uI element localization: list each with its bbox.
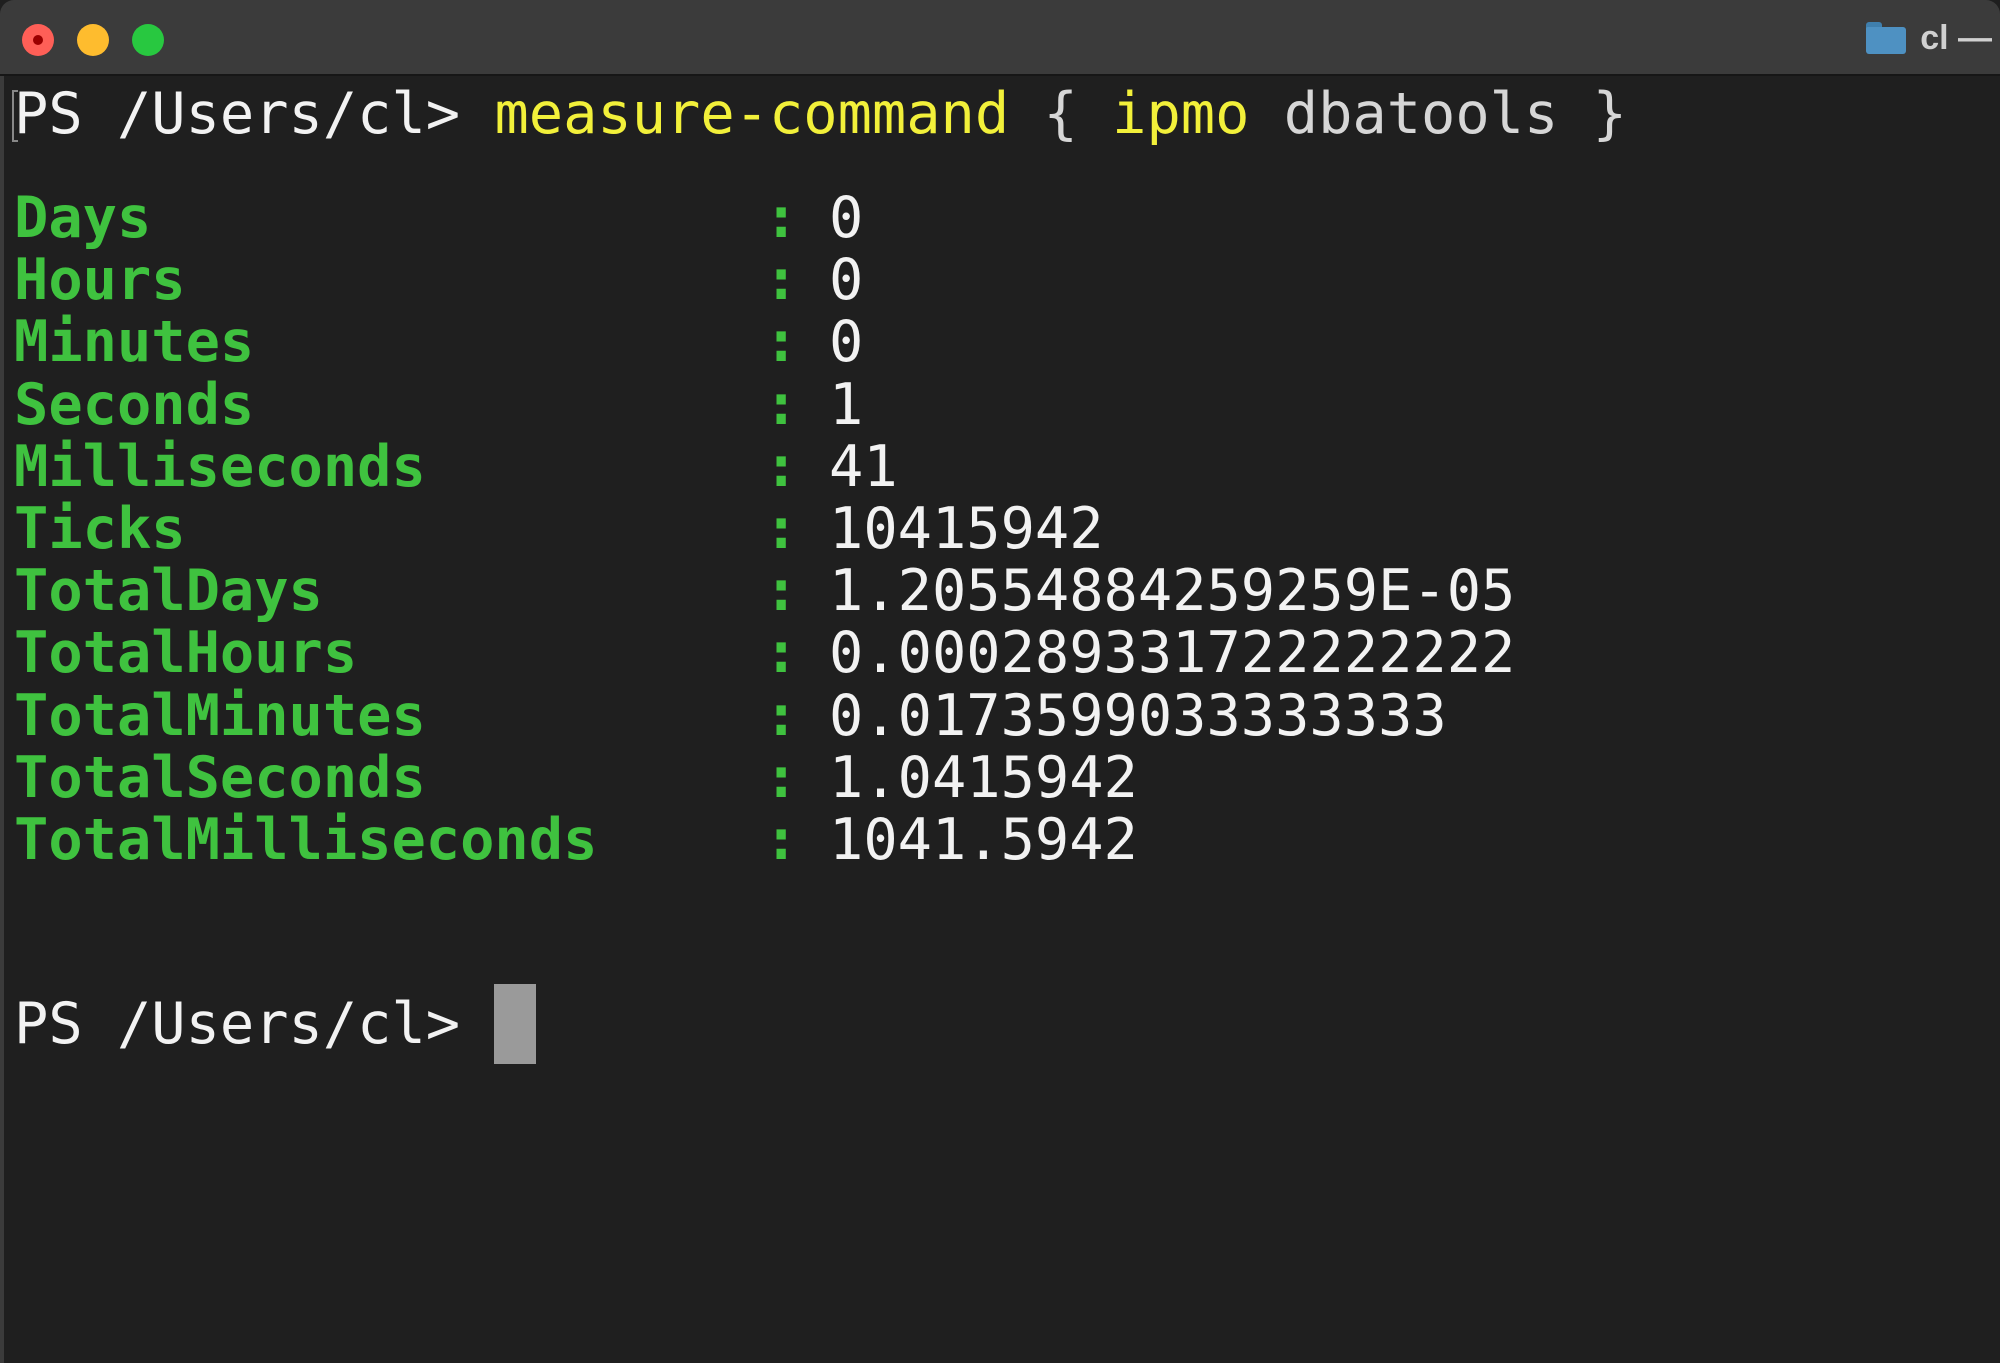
prompt: PS /Users/cl>	[14, 81, 495, 147]
prompt: PS /Users/cl>	[14, 991, 495, 1057]
zoom-button[interactable]	[132, 24, 164, 56]
open-brace: {	[1009, 81, 1113, 147]
window-title: cl —	[1920, 18, 1992, 57]
close-brace: }	[1558, 81, 1627, 147]
minimize-button[interactable]	[77, 24, 109, 56]
text-cursor	[494, 984, 537, 1064]
title-bar[interactable]: cl —	[0, 0, 2000, 76]
terminal-output[interactable]: PS /Users/cl> measure-command { ipmo dba…	[0, 76, 2000, 1363]
property-separator: :	[764, 807, 799, 873]
property-label: TotalMilliseconds	[14, 807, 598, 873]
window-title-area: cl —	[1866, 14, 1992, 62]
final-prompt-line[interactable]: PS /Users/cl>	[14, 984, 537, 1064]
terminal-window: cl — PS /Users/cl> measure-command { ipm…	[0, 0, 2000, 1363]
inner-argument: dbatools	[1249, 81, 1559, 147]
folder-icon	[1866, 22, 1907, 54]
close-button[interactable]	[22, 24, 54, 56]
inner-command: ipmo	[1112, 81, 1250, 147]
property-row: TotalMilliseconds:1041.5942	[14, 800, 1138, 880]
property-value: 1041.5942	[829, 807, 1138, 873]
cmdlet: measure-command	[494, 81, 1010, 147]
command-line: PS /Users/cl> measure-command { ipmo dba…	[14, 74, 1627, 154]
